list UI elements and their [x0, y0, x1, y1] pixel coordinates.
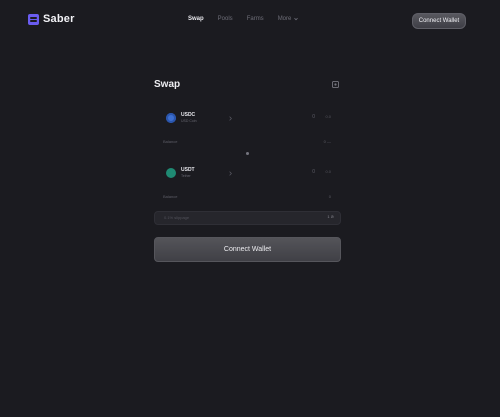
- nav-more-label: More: [277, 16, 292, 22]
- slippage-input[interactable]: 0.1% slippage: [164, 215, 189, 220]
- to-token-row: USDT Tether 0 0.0: [154, 163, 341, 185]
- usdt-token-icon: [166, 168, 176, 178]
- to-token-name: Tether: [181, 174, 191, 178]
- header-connect-wallet-button[interactable]: Connect Wallet: [412, 13, 466, 29]
- slippage-control[interactable]: 1 ⊘: [327, 214, 334, 219]
- swap-direction-icon[interactable]: [246, 152, 249, 155]
- saber-logo[interactable]: Saber: [28, 13, 75, 25]
- from-token-row: USDC USD Coin 0 0.0: [154, 108, 341, 130]
- chevron-down-icon: [294, 17, 299, 21]
- from-token-symbol[interactable]: USDC: [181, 112, 195, 118]
- top-nav: Swap Pools Farms More: [188, 16, 299, 22]
- nav-item-swap[interactable]: Swap: [188, 16, 204, 22]
- from-amount-input[interactable]: 0: [312, 114, 315, 120]
- to-balance-row: Balance 0: [163, 194, 331, 199]
- to-amount-input[interactable]: 0: [312, 169, 315, 175]
- to-balance-value: 0: [328, 194, 331, 199]
- to-max-button[interactable]: 0.0: [325, 169, 331, 174]
- chevron-right-icon[interactable]: [229, 171, 232, 176]
- from-token-name: USD Coin: [181, 119, 197, 123]
- from-balance-value: 0 —: [323, 139, 331, 144]
- from-balance-label: Balance: [163, 139, 178, 144]
- from-balance-row: Balance 0 —: [163, 139, 331, 144]
- nav-item-more[interactable]: More: [278, 16, 299, 22]
- to-balance-label: Balance: [163, 194, 178, 199]
- usdc-token-icon: [166, 113, 176, 123]
- gear-icon[interactable]: [332, 81, 339, 88]
- from-max-button[interactable]: 0.0: [325, 114, 331, 119]
- nav-item-farms[interactable]: Farms: [247, 16, 264, 22]
- slippage-field[interactable]: 0.1% slippage 1 ⊘: [154, 211, 341, 225]
- nav-item-pools[interactable]: Pools: [218, 16, 233, 22]
- swap-title: Swap: [154, 79, 181, 90]
- logo-text: Saber: [43, 13, 75, 25]
- connect-wallet-button[interactable]: Connect Wallet: [154, 237, 341, 262]
- saber-logo-icon: [28, 13, 39, 25]
- to-token-symbol[interactable]: USDT: [181, 167, 195, 173]
- chevron-right-icon[interactable]: [229, 116, 232, 121]
